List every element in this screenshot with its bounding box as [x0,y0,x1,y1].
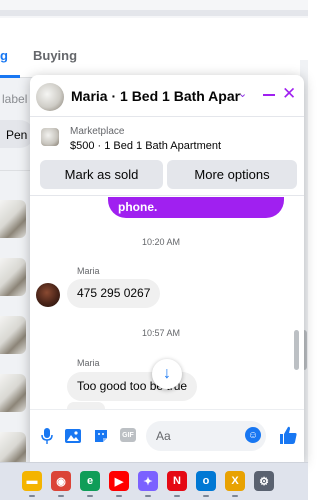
filter-label: label [2,92,28,106]
settings-icon[interactable]: ⚙ [254,471,274,491]
running-indicator [145,495,151,497]
close-icon[interactable]: ✕ [282,84,296,104]
edge-icon[interactable]: e [80,471,100,491]
avatar[interactable] [36,283,60,307]
incoming-message [67,402,105,409]
sender-name: Maria [77,358,100,368]
netflix-icon[interactable]: N [167,471,187,491]
mark-as-sold-button[interactable]: Mark as sold [40,160,163,189]
running-indicator [174,495,180,497]
incoming-message: 475 295 0267 [67,279,161,308]
sender-name: Maria [77,266,100,276]
browser-top-strip [0,0,308,18]
arrow-down-icon: ↓ [163,365,171,382]
chevron-down-icon[interactable]: ⌄ [238,87,247,100]
chat-window: Maria · 1 Bed 1 Bath Apart… ⌄ ✕ Marketpl… [30,75,304,462]
active-tab-indicator [0,75,20,78]
scroll-to-bottom-button[interactable]: ↓ [152,359,182,389]
listing-thumbnail[interactable] [41,128,59,146]
gif-icon[interactable]: GIF [120,428,136,442]
outlook-icon[interactable]: o [196,471,216,491]
running-indicator [203,495,209,497]
emoji-icon[interactable]: ☺ [245,427,261,443]
outgoing-message-text: phone. [118,200,158,214]
chat-title[interactable]: Maria · 1 Bed 1 Bath Apart… [71,88,241,104]
running-indicator [58,495,64,497]
pending-filter-chip[interactable]: Pen [0,120,34,148]
timestamp: 10:20 AM [141,237,181,247]
listing-thumbnail[interactable] [0,374,26,412]
more-options-button[interactable]: More options [167,160,297,189]
chat-scrollbar-thumb[interactable] [294,330,299,370]
message-input-placeholder: Aa [156,429,171,443]
microphone-icon[interactable] [38,427,56,445]
xbox-icon[interactable]: X [225,471,245,491]
sticker-icon[interactable] [92,427,110,445]
minimize-icon[interactable] [262,85,276,105]
listing-thumbnail[interactable] [0,258,26,296]
chat-header: Maria · 1 Bed 1 Bath Apart… ⌄ ✕ [30,75,304,117]
listing-summary: Marketplace $500 · 1 Bed 1 Bath Apartmen… [30,118,304,196]
thumbs-up-icon[interactable] [278,425,298,450]
tab-selling[interactable]: g [0,48,8,63]
listing-kind: Marketplace [70,126,125,137]
tab-buying[interactable]: Buying [33,48,77,63]
youtube-icon[interactable]: ▶ [109,471,129,491]
running-indicator [87,495,93,497]
listing-title[interactable]: $500 · 1 Bed 1 Bath Apartment [70,140,221,152]
listing-thumbnail[interactable] [0,200,26,238]
pending-chip-label: Pen [6,128,28,142]
windows-taskbar: ▬ ◉ e ▶ ✦ No X ⚙ [0,462,308,500]
photo-icon[interactable] [64,427,82,445]
outgoing-message: phone. [108,197,284,218]
running-indicator [116,495,122,497]
file-explorer-icon[interactable]: ▬ [22,471,42,491]
listing-thumbnail[interactable] [0,432,26,462]
chrome-icon[interactable]: ◉ [51,471,71,491]
running-indicator [232,495,238,497]
listing-thumbnail[interactable] [0,316,26,354]
timestamp: 10:57 AM [141,328,181,338]
message-composer: GIF Aa ☺ [30,409,304,462]
copilot-icon[interactable]: ✦ [138,471,158,491]
running-indicator [29,495,35,497]
marketplace-tabs: g Buying [0,18,308,78]
divider [0,170,30,171]
listing-avatar[interactable] [36,83,64,111]
